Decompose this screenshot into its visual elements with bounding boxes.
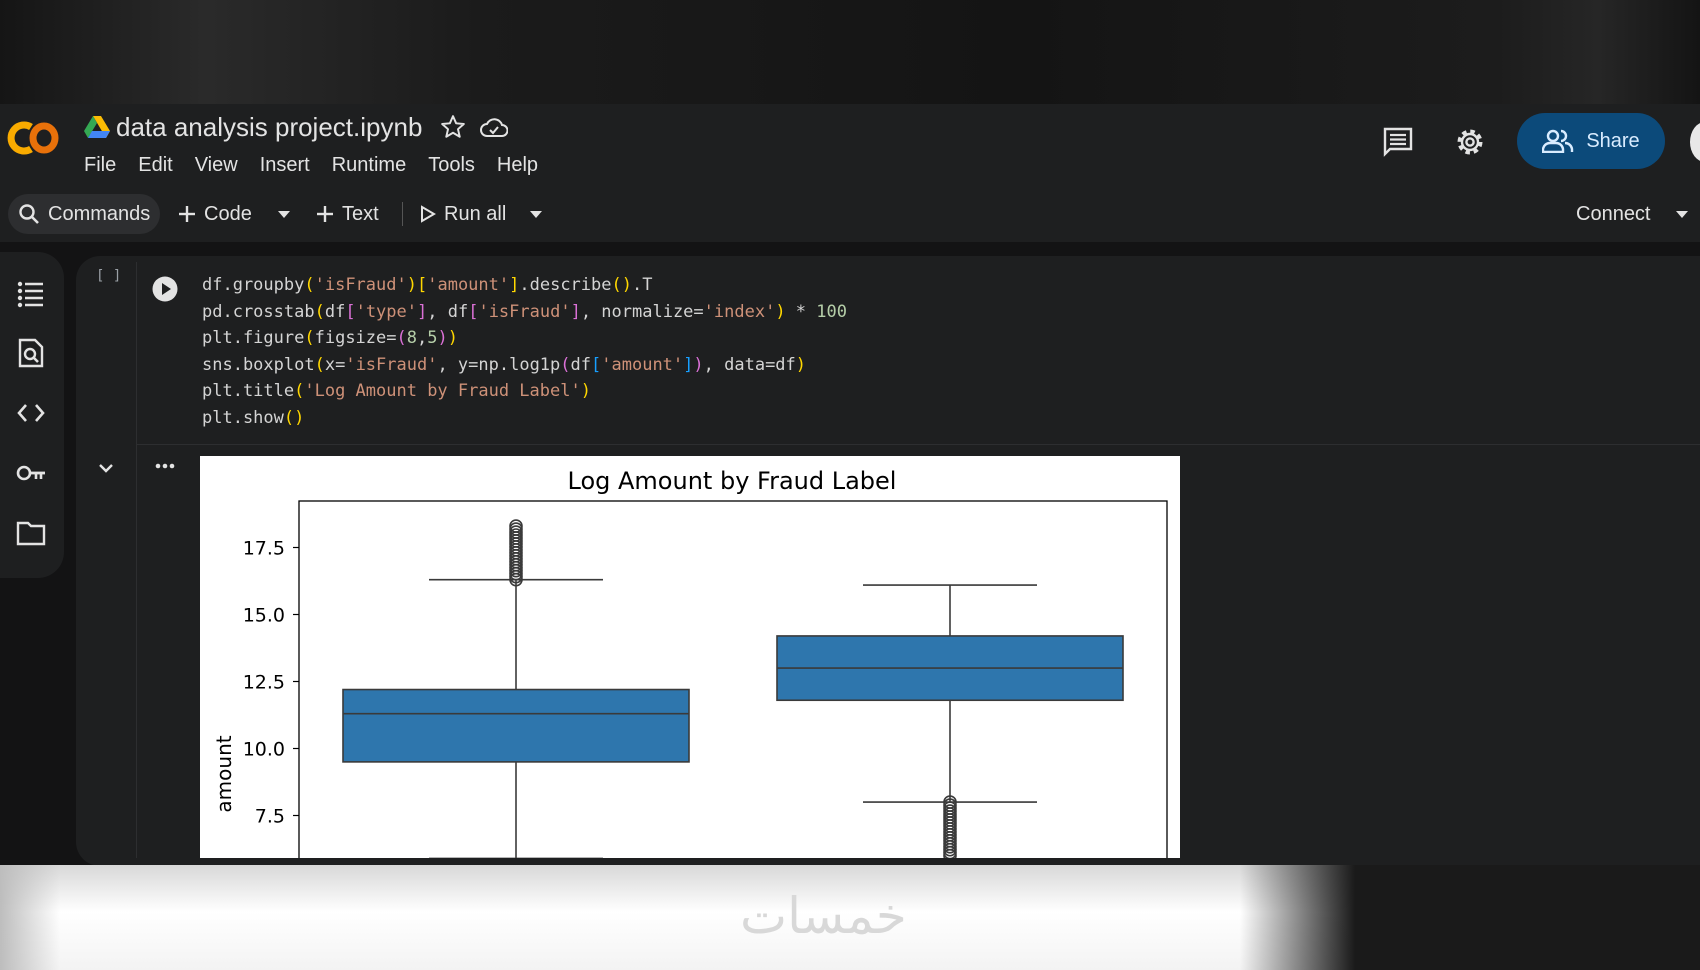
y-tick-label: 15.0 [243,605,285,627]
menu-runtime[interactable]: Runtime [332,154,406,177]
chevron-down-icon[interactable] [96,458,116,478]
play-outline-icon [421,205,436,223]
connect-button[interactable]: Connect [1576,194,1651,234]
commands-button[interactable]: Commands [8,194,161,234]
menu-view[interactable]: View [195,154,238,177]
notebook-header: data analysis project.ipynb File Edit Vi… [0,104,1700,186]
code-dropdown-caret-icon[interactable] [276,208,292,220]
watermark: خمسات [740,887,907,945]
code-editor[interactable]: df.groupby('isFraud')['amount'].describe… [202,272,847,432]
notebook-toolbar: Commands Code Text Run all Connect [0,186,1700,242]
code-line-4: sns.boxplot(x='isFraud', y=np.log1p(df['… [202,354,807,375]
share-button[interactable]: Share [1517,113,1665,169]
y-tick-label: 17.5 [243,538,285,560]
box-iqr [342,688,690,763]
add-code-button[interactable]: Code [178,194,252,234]
code-line-1: df.groupby('isFraud')['amount'].describe… [202,275,653,295]
notebook-title[interactable]: data analysis project.ipynb [116,112,422,143]
add-text-button[interactable]: Text [316,194,379,234]
menu-bar: File Edit View Insert Runtime Tools Help [84,154,560,177]
connect-label: Connect [1576,202,1651,225]
avatar[interactable] [1690,122,1700,162]
menu-help[interactable]: Help [497,154,538,177]
chart-output: Log Amount by Fraud Label 7.5 10.0 12.5 15.… [200,456,1180,858]
find-replace-icon[interactable] [16,338,46,368]
y-tick-label: 7.5 [255,806,285,828]
commands-label: Commands [48,202,151,225]
code-line-5: plt.title('Log Amount by Fraud Label') [202,381,591,402]
toolbar-divider [402,202,403,226]
y-tick-label: 10.0 [243,739,285,761]
run-cell-icon[interactable] [152,276,178,302]
menu-edit[interactable]: Edit [138,154,172,177]
code-snippets-icon[interactable] [16,398,46,428]
more-options-icon[interactable] [154,458,176,474]
plus-icon [179,206,195,222]
cloud-saved-icon[interactable] [480,116,508,140]
cell-gutter-divider [136,262,137,858]
run-all-button[interactable]: Run all [420,194,506,234]
search-icon [19,204,39,224]
menu-file[interactable]: File [84,154,116,177]
table-of-contents-icon[interactable] [16,278,46,308]
chart-title: Log Amount by Fraud Label [568,467,897,495]
plus-icon [317,206,333,222]
colab-logo [7,121,59,155]
people-icon [1542,129,1574,153]
code-line-2: pd.crosstab(df['type'], df['isFraud'], n… [202,301,847,322]
add-code-label: Code [204,202,252,225]
add-text-label: Text [342,202,379,225]
drive-icon[interactable] [84,116,110,138]
blurred-bottom-region: خمسات [0,865,1700,970]
run-all-dropdown-caret-icon[interactable] [528,208,544,220]
y-axis-label: amount [212,735,236,812]
blurred-top-region [0,0,1700,104]
star-icon[interactable] [440,114,466,140]
code-line-6: plt.show() [202,407,305,428]
comment-icon[interactable] [1382,126,1414,158]
menu-insert[interactable]: Insert [260,154,310,177]
boxplot-chart: Log Amount by Fraud Label 7.5 10.0 12.5 15.… [212,467,1168,858]
secrets-key-icon[interactable] [16,458,46,488]
connect-dropdown-caret-icon[interactable] [1674,208,1690,220]
code-line-3: plt.figure(figsize=(8,5)) [202,328,458,349]
execution-count: [ ] [96,268,122,284]
files-folder-icon[interactable] [16,518,46,548]
settings-gear-icon[interactable] [1454,126,1486,158]
left-side-rail [0,252,64,578]
output-divider [137,444,1700,445]
toolbar-gap [0,242,1700,252]
y-tick-label: 12.5 [243,672,285,694]
share-label: Share [1586,129,1640,152]
run-all-label: Run all [444,202,507,225]
menu-tools[interactable]: Tools [428,154,475,177]
